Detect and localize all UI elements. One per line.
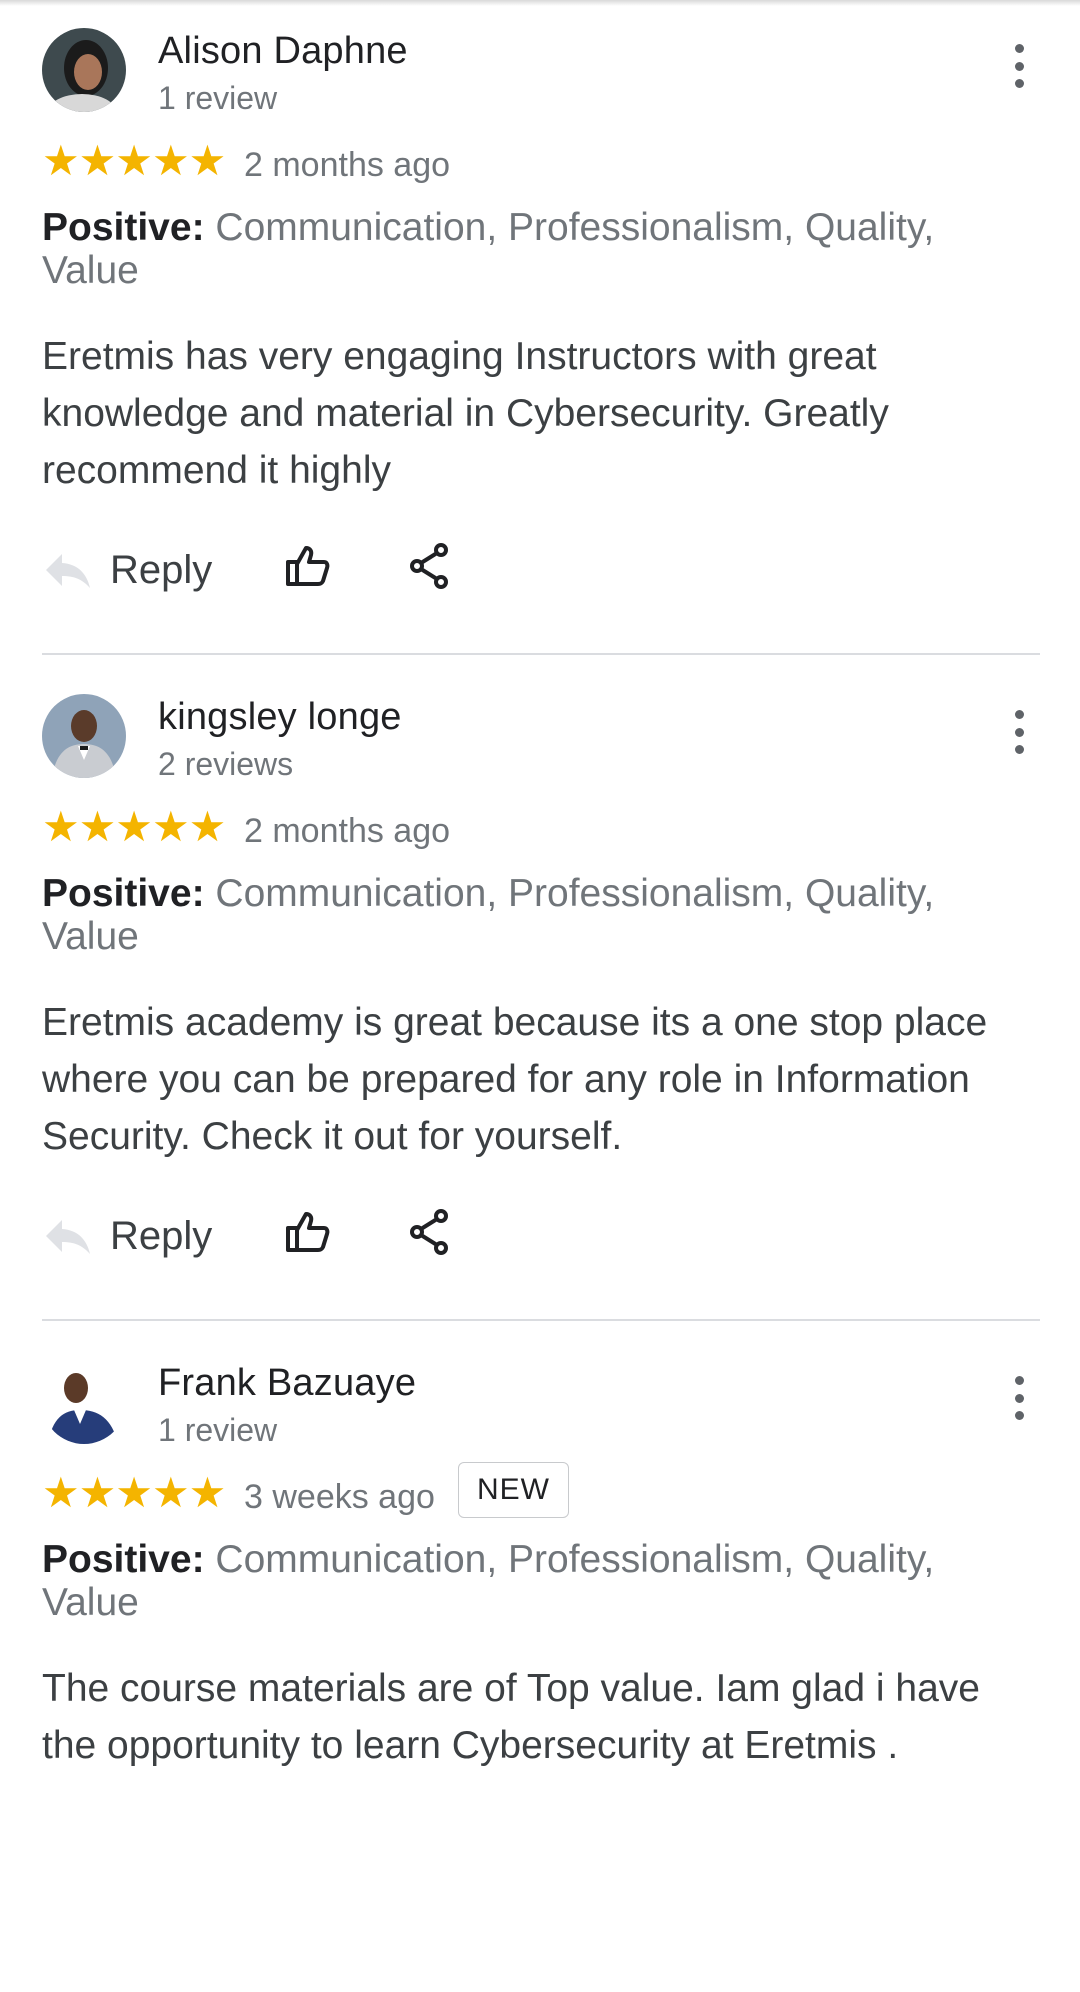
positive-label: Positive: (42, 872, 205, 915)
thumbs-up-icon (286, 1212, 330, 1252)
new-badge: NEW (458, 1462, 569, 1518)
like-button[interactable] (284, 542, 332, 595)
thumbs-up-icon (286, 546, 330, 586)
divider (42, 653, 1040, 655)
review-actions: Reply (42, 1206, 642, 1266)
divider (42, 1319, 1040, 1321)
review-body: Eretmis has very engaging Instructors wi… (42, 335, 889, 492)
review-time: 2 months ago (244, 812, 451, 850)
positive-label: Positive: (42, 1538, 205, 1581)
review-card: Frank Bazuaye 1 review ★★★★★ 3 weeks ago… (0, 1332, 1080, 1992)
share-icon (410, 543, 448, 589)
review-count: 1 review (158, 80, 278, 116)
reviewer-name[interactable]: Frank Bazuaye (158, 1362, 416, 1405)
star-rating: ★★★★★ (42, 137, 226, 184)
reviewer-name[interactable]: Alison Daphne (158, 30, 408, 73)
more-vert-icon[interactable] (1002, 44, 1036, 88)
avatar[interactable] (42, 1360, 126, 1444)
review-card: Alison Daphne 1 review ★★★★★ 2 months ag… (0, 0, 1080, 660)
positive-attributes: Positive: Communication, Professionalism… (42, 1538, 1002, 1624)
review-time: 2 months ago (244, 146, 451, 184)
share-button[interactable] (408, 542, 452, 595)
review-time: 3 weeks ago (244, 1478, 435, 1516)
review-card: kingsley longe 2 reviews ★★★★★ 2 months … (0, 666, 1080, 1326)
reply-button[interactable]: Reply (42, 540, 212, 600)
positive-label: Positive: (42, 206, 205, 249)
review-body: Eretmis academy is great because its a o… (42, 1001, 988, 1158)
review-actions: Reply (42, 540, 642, 600)
reply-label: Reply (110, 1213, 213, 1258)
more-vert-icon[interactable] (1002, 710, 1036, 754)
reply-arrow-icon (46, 554, 90, 588)
star-rating: ★★★★★ (42, 1469, 226, 1516)
reply-button[interactable]: Reply (42, 1206, 212, 1266)
star-rating: ★★★★★ (42, 803, 226, 850)
share-icon (410, 1209, 448, 1255)
like-button[interactable] (284, 1208, 332, 1261)
share-button[interactable] (408, 1208, 452, 1261)
reply-label: Reply (110, 547, 213, 592)
more-vert-icon[interactable] (1002, 1376, 1036, 1420)
review-count: 1 review (158, 1412, 278, 1448)
review-count: 2 reviews (158, 746, 294, 782)
avatar[interactable] (42, 694, 126, 778)
avatar[interactable] (42, 28, 126, 112)
review-body: The course materials are of Top value. I… (42, 1667, 980, 1767)
positive-attributes: Positive: Communication, Professionalism… (42, 872, 1002, 958)
reviewer-name[interactable]: kingsley longe (158, 696, 402, 739)
reply-arrow-icon (46, 1220, 90, 1254)
positive-attributes: Positive: Communication, Professionalism… (42, 206, 1002, 292)
